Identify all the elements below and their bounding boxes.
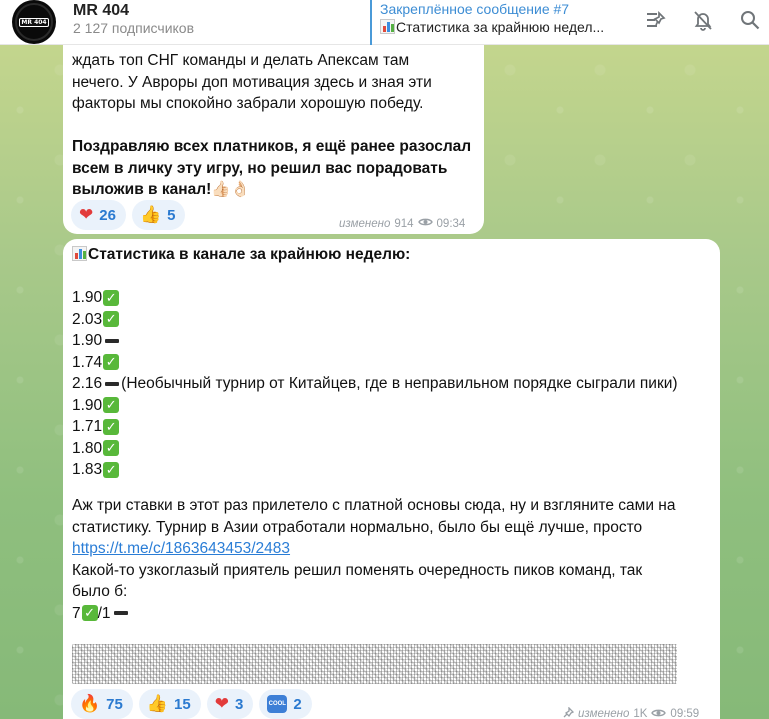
stat-value: 1.90 <box>72 396 103 414</box>
subscriber-count: 2 127 подписчиков <box>73 20 195 36</box>
heading-text: Статистика в канале за крайнюю неделю: <box>88 246 411 263</box>
stat-row: 2.03 ✓ <box>72 309 678 331</box>
stat-value: 2.16 <box>72 375 103 392</box>
check-icon: ✓ <box>103 418 120 435</box>
message-line: Аж три ставки в этот раз прилетело с пла… <box>72 497 676 514</box>
check-icon: ✓ <box>103 354 120 371</box>
message-line: Поздравляю всех платников, я ещё ранее р… <box>72 138 472 155</box>
stat-value: 1.90 <box>72 332 103 349</box>
avatar-ring: MR 404 <box>15 3 53 41</box>
reaction-count: 15 <box>174 695 191 713</box>
heart-icon: ❤ <box>79 204 94 225</box>
stat-row: 1.90 ✓ <box>72 287 678 309</box>
stat-value: 1.90 <box>72 289 103 306</box>
message-2-heading: Статистика в канале за крайнюю неделю: <box>72 246 410 264</box>
search-icon[interactable] <box>738 8 762 32</box>
stat-row: 1.71 ✓ <box>72 416 678 438</box>
check-icon: ✓ <box>103 289 120 306</box>
bell-muted-icon[interactable] <box>691 8 715 32</box>
reaction-heart[interactable]: ❤ 26 <box>71 200 126 230</box>
check-icon: ✓ <box>103 461 120 478</box>
stat-value: 2.03 <box>72 310 103 328</box>
stat-row: 1.90 ✓ <box>72 395 678 417</box>
message-link[interactable]: https://t.me/c/1863643453/2483 <box>72 540 290 557</box>
fire-icon: 🔥 <box>79 693 101 714</box>
stat-value: 1.71 <box>72 418 103 435</box>
channel-title[interactable]: MR 404 <box>73 2 129 20</box>
message-line: ждать топ СНГ команды и делать Апексам т… <box>72 52 410 69</box>
message-time: 09:59 <box>670 708 700 719</box>
message-line: нечего. У Авроры доп мотивация здесь и з… <box>72 73 432 91</box>
pinned-preview: Статистика за крайнюю недел... <box>380 19 630 35</box>
view-count: 914 <box>394 217 414 230</box>
avatar-badge: MR 404 <box>19 17 49 27</box>
eye-icon <box>651 708 667 719</box>
stat-row: 1.80 ✓ <box>72 438 678 460</box>
message-1-reactions: ❤ 26 👍 5 <box>71 200 186 230</box>
score-a: 7 <box>72 604 81 622</box>
stat-value: 1.74 <box>72 353 103 371</box>
message-line: было б: <box>72 583 128 600</box>
stat-row: 2.16 (Необычный турнир от Китайцев, где в… <box>72 373 678 395</box>
reaction-count: 3 <box>234 695 244 713</box>
reaction-heart[interactable]: ❤ 3 <box>206 689 254 719</box>
view-count: 1K <box>633 708 648 719</box>
message-2-meta: изменено 1K 09:59 <box>563 706 700 719</box>
thumbs-up-icon: 👍 <box>139 204 162 225</box>
heart-icon: ❤ <box>214 693 229 714</box>
score-line: 7 ✓/1 <box>72 603 722 625</box>
chat-header: MR 404 MR 404 2 127 подписчиков Закреплё… <box>0 0 769 45</box>
message-line: факторы мы спокойно забрали хорошую побе… <box>72 95 424 112</box>
message-line: Какой-то узкоглазый приятель решил помен… <box>72 561 643 579</box>
message-line: статистику. Турнир в Азии отработали нор… <box>72 518 643 536</box>
check-icon: ✓ <box>81 605 98 622</box>
bar-chart-icon <box>380 19 395 34</box>
pin-icon <box>563 706 575 719</box>
pinned-message-bar[interactable]: Закреплённое сообщение #7 Статистика за … <box>370 0 630 45</box>
reaction-count: 26 <box>99 206 116 224</box>
message-time: 09:34 <box>436 217 466 230</box>
message-line: выложив в канал!👍🏻👌🏻 <box>72 181 250 198</box>
pinned-title: Закреплённое сообщение #7 <box>380 1 570 17</box>
stat-row: 1.90 <box>72 330 678 352</box>
pin-list-icon[interactable] <box>644 8 668 32</box>
reaction-cool[interactable]: COOL 2 <box>259 689 312 719</box>
message-2-paragraph: Аж три ставки в этот раз прилетело с пла… <box>72 495 722 624</box>
reaction-count: 5 <box>167 206 176 224</box>
message-1-meta: изменено 914 09:34 <box>339 217 465 230</box>
reaction-fire[interactable]: 🔥 75 <box>71 689 133 719</box>
stat-value: 1.80 <box>72 439 103 457</box>
spoiler-hidden-text[interactable] <box>72 644 677 684</box>
edited-label: изменено <box>578 708 630 719</box>
message-line: всем в личку эту игру, но решил вас пора… <box>72 159 448 177</box>
check-icon: ✓ <box>103 440 120 457</box>
eye-icon <box>417 217 433 230</box>
pinned-text: Статистика за крайнюю недел... <box>396 19 605 35</box>
dash-icon <box>113 611 128 616</box>
reaction-count: 75 <box>106 695 123 713</box>
stat-row: 1.74 ✓ <box>72 352 678 374</box>
cool-icon: COOL <box>267 695 288 713</box>
stat-value: 1.83 <box>72 461 103 478</box>
thumbs-up-icon: 👍 <box>146 693 169 714</box>
dash-icon <box>105 338 120 343</box>
edited-label: изменено <box>339 217 391 230</box>
message-bubble-2[interactable]: Статистика в канале за крайнюю неделю: 1… <box>63 239 720 719</box>
reaction-thumbs-up[interactable]: 👍 15 <box>138 689 201 719</box>
score-b: /1 <box>97 604 111 622</box>
message-1-text: ждать топ СНГ команды и делать Апексам т… <box>72 50 472 201</box>
dash-icon <box>105 381 120 386</box>
message-bubble-1[interactable]: ждать топ СНГ команды и делать Апексам т… <box>63 36 484 234</box>
message-2-reactions: 🔥 75 👍 15 ❤ 3 COOL 2 <box>71 689 312 719</box>
channel-avatar[interactable]: MR 404 <box>12 0 56 44</box>
check-icon: ✓ <box>103 311 120 328</box>
bar-chart-icon <box>72 246 87 261</box>
reaction-count: 2 <box>293 695 302 713</box>
check-icon: ✓ <box>103 397 120 414</box>
stats-list: 1.90 ✓ 2.03 ✓ 1.90 1.74 ✓ 2.16 (Необычный ту… <box>72 287 678 481</box>
stat-note: (Необычный турнир от Китайцев, где в неп… <box>121 375 678 392</box>
stat-row: 1.83 ✓ <box>72 459 678 481</box>
reaction-thumbs-up[interactable]: 👍 5 <box>131 200 186 230</box>
